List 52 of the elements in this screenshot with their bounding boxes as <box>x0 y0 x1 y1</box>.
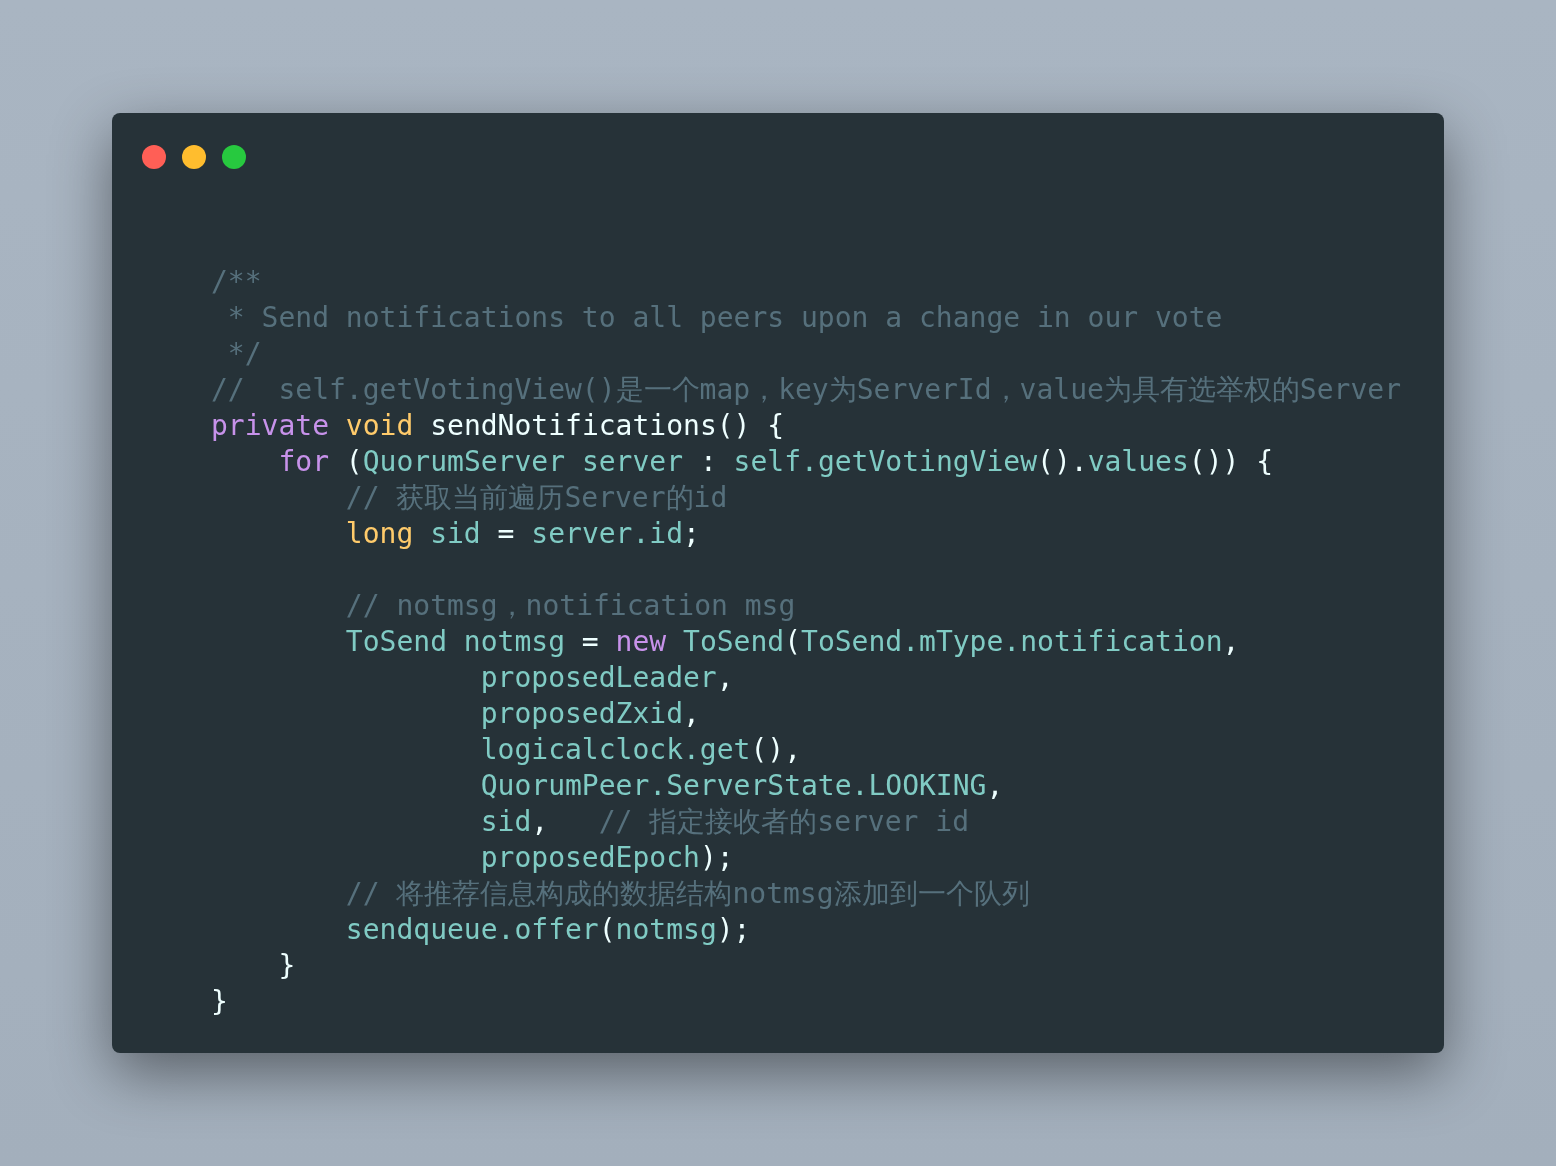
code-punctuation: , <box>683 696 700 732</box>
code-comment: /** <box>211 264 262 300</box>
code-identifier: ToSend <box>682 624 785 660</box>
code-punctuation: ( <box>598 912 616 948</box>
code-punctuation: : <box>698 444 718 480</box>
code-identifier: server.id <box>531 516 684 552</box>
code-comment: // 指定接收者的server id <box>597 804 970 840</box>
code-identifier: ToSend notmsg <box>344 624 565 660</box>
maximize-button[interactable] <box>222 145 246 169</box>
code-punctuation: , <box>1222 624 1240 660</box>
code-punctuation: } <box>277 948 296 984</box>
code-identifier: self.getVotingView <box>733 444 1038 480</box>
code-punctuation: = <box>580 624 600 660</box>
close-button[interactable] <box>142 145 166 169</box>
code-identifier: QuorumPeer.ServerState.LOOKING <box>479 768 987 804</box>
code-punctuation: ; <box>683 516 700 552</box>
code-comment: // 获取当前遍历Server的id <box>344 480 728 516</box>
code-identifier: proposedEpoch <box>479 840 700 876</box>
code-identifier: values <box>1087 444 1189 480</box>
code-identifier: proposedZxid <box>479 696 683 732</box>
code-punctuation: ( <box>344 444 363 480</box>
code-type: long <box>344 516 414 552</box>
code-identifier: sendqueue.offer <box>344 912 599 948</box>
code-punctuation: (). <box>1037 444 1088 480</box>
code-punctuation: , <box>986 768 1004 804</box>
code-punctuation: sendNotifications() { <box>429 408 785 444</box>
code-punctuation: ); <box>699 840 734 876</box>
code-punctuation: , <box>716 660 734 696</box>
code-identifier: ToSend.mType.notification <box>801 624 1223 660</box>
code-comment: // 将推荐信息构成的数据结构notmsg添加到一个队列 <box>344 876 1030 912</box>
code-identifier: proposedLeader <box>479 660 717 696</box>
code-punctuation: , <box>531 804 549 840</box>
code-comment: // notmsg，notification msg <box>344 588 796 624</box>
code-comment: * Send notifications to all peers upon a change in our vote <box>226 300 1223 336</box>
code-punctuation: ( <box>784 624 802 660</box>
code-punctuation: } <box>211 984 228 1020</box>
code-comment: */ <box>226 336 262 372</box>
code-punctuation: (), <box>750 732 801 768</box>
code-punctuation: = <box>496 516 516 552</box>
code-type: void <box>344 408 414 444</box>
code-identifier: logicalclock.get <box>479 732 751 768</box>
code-punctuation: ()) { <box>1188 444 1274 480</box>
code-keyword: private <box>211 408 329 444</box>
code-punctuation: ); <box>716 912 751 948</box>
code-comment: // self.getVotingView()是一个map，key为ServerId，value为具有选举权的Server <box>211 372 1401 408</box>
code-keyword: new <box>615 624 667 660</box>
code-identifier: sid <box>429 516 481 552</box>
code-identifier: notmsg <box>615 912 717 948</box>
minimize-button[interactable] <box>182 145 206 169</box>
code-keyword: for <box>277 444 329 480</box>
code-identifier: QuorumServer server <box>362 444 684 480</box>
code-identifier: sid <box>479 804 532 840</box>
